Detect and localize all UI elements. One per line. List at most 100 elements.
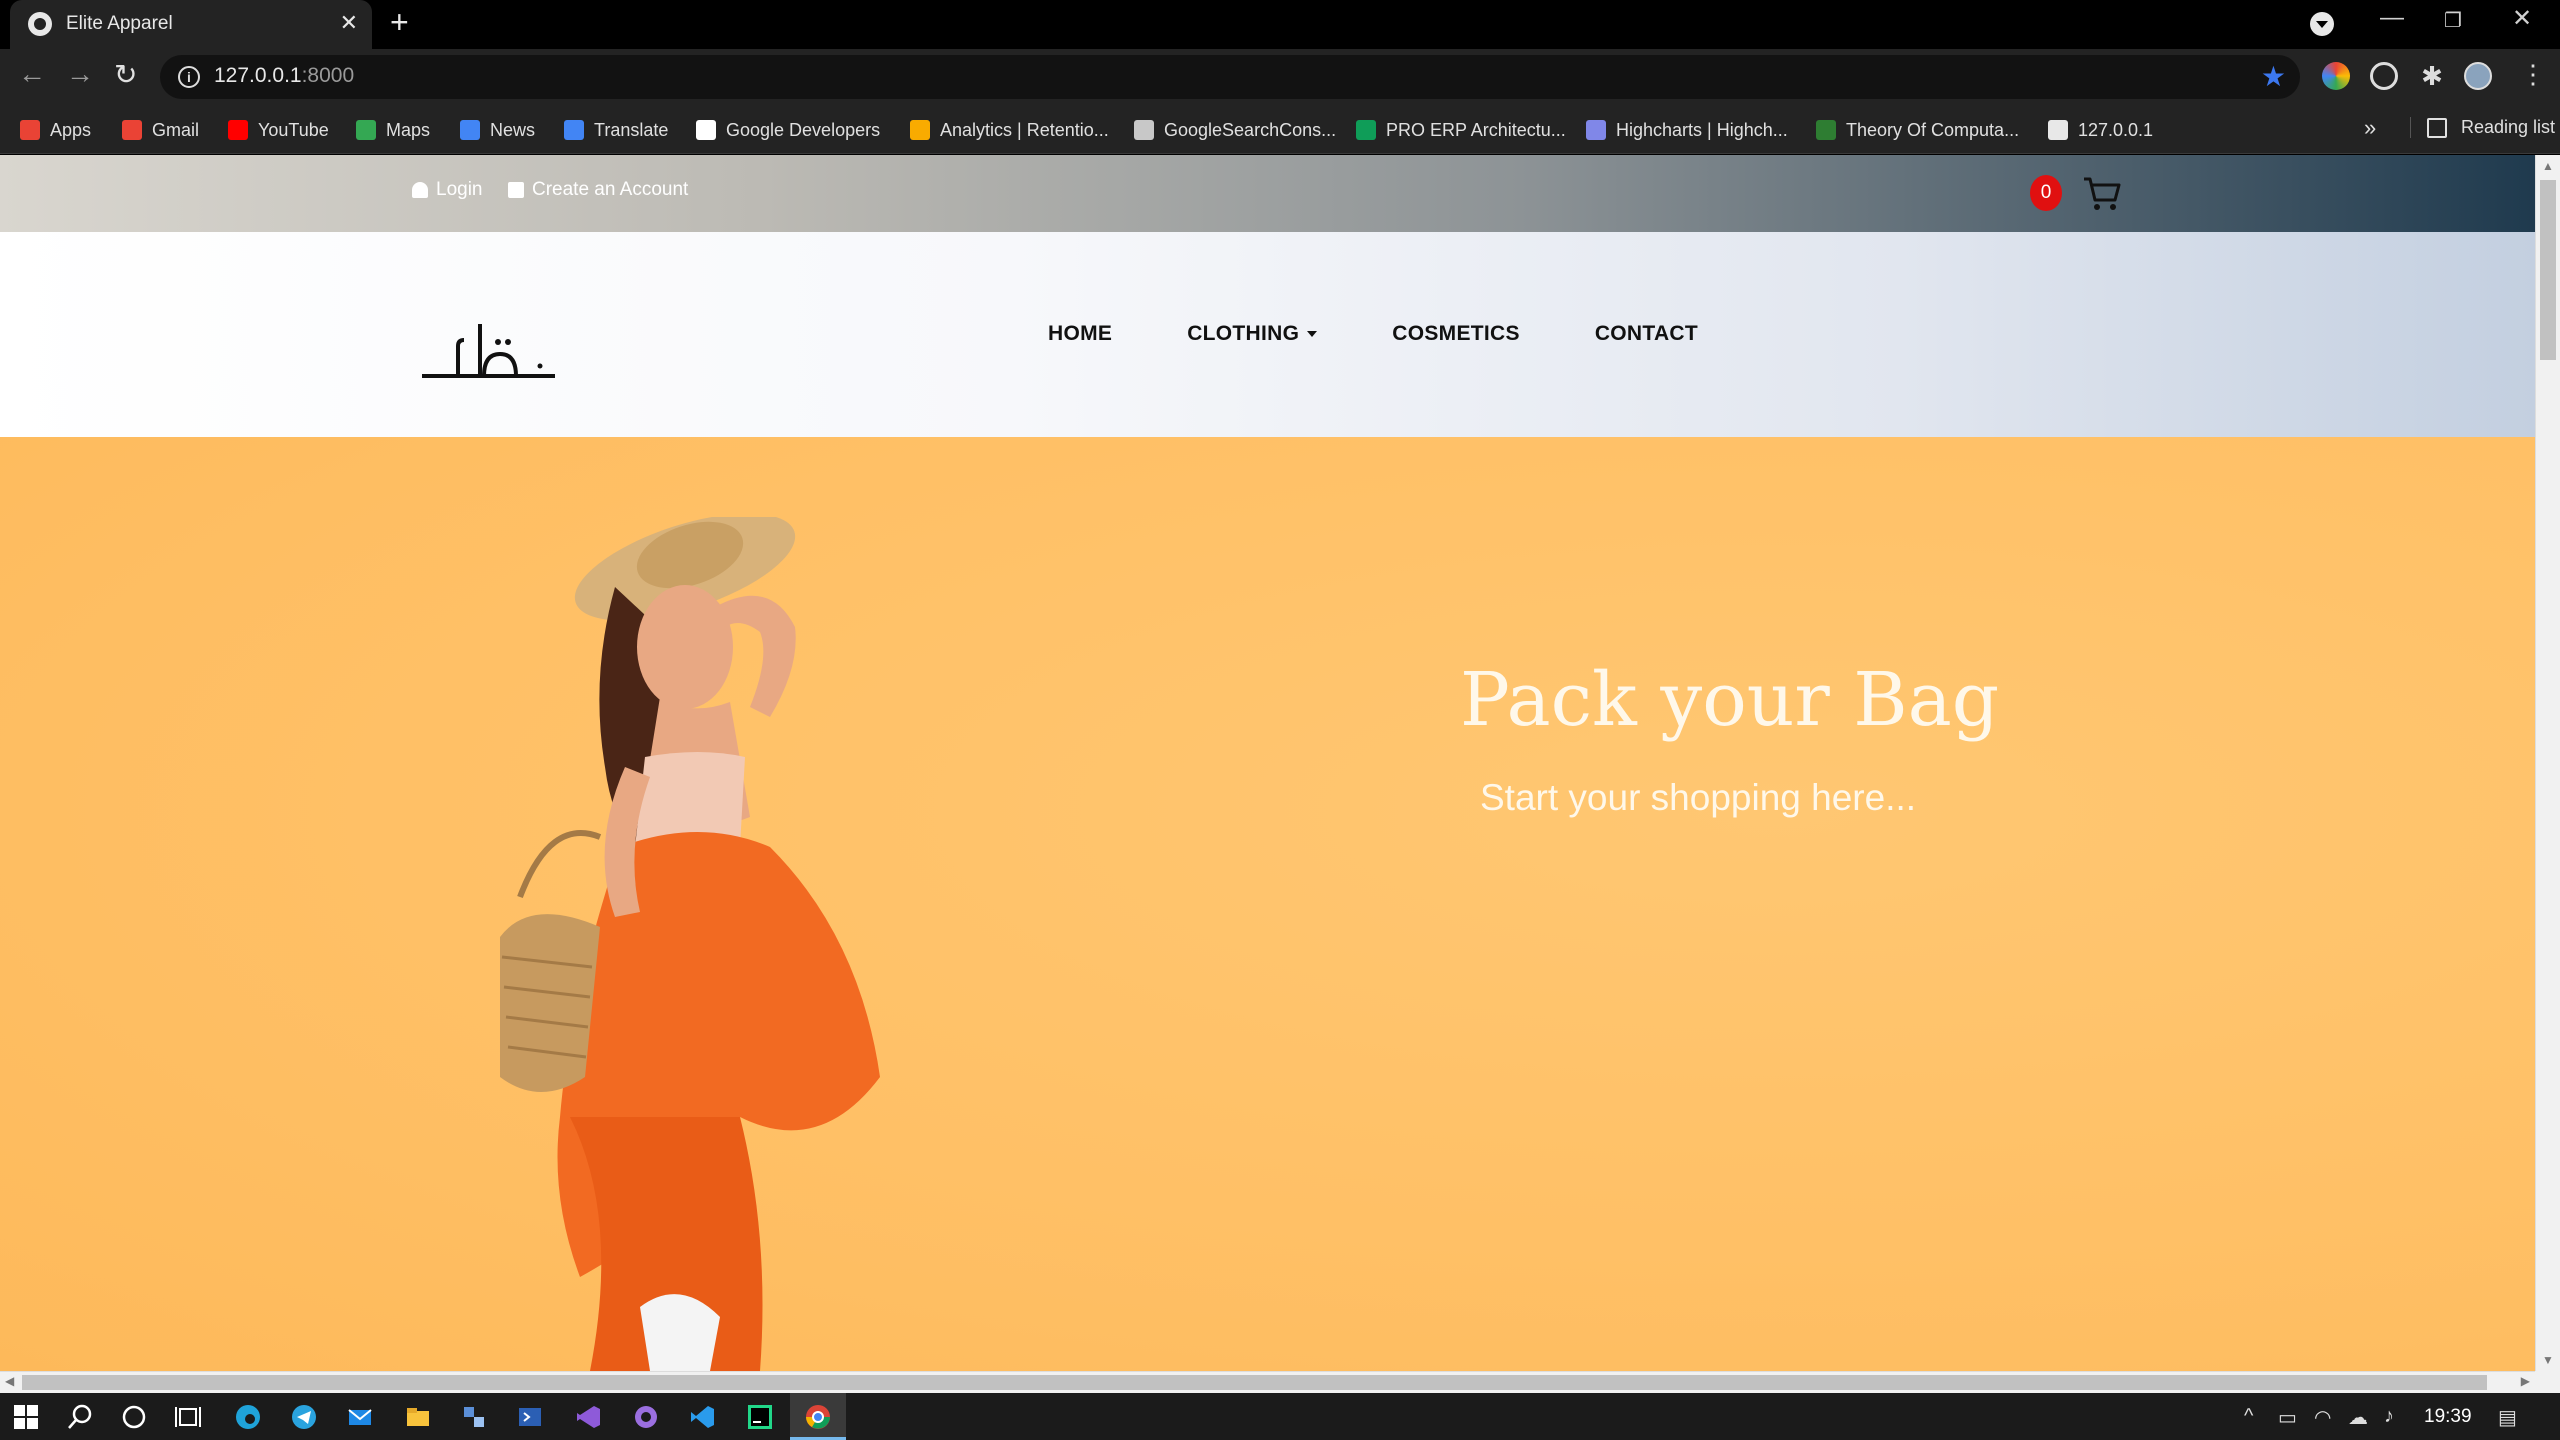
- nav-clothing[interactable]: CLOTHING: [1187, 322, 1318, 346]
- bookmark-label: Translate: [594, 119, 669, 140]
- hero-model-image: [500, 517, 880, 1371]
- horizontal-scroll-thumb[interactable]: [22, 1375, 2487, 1390]
- vertical-scroll-thumb[interactable]: [2540, 180, 2556, 360]
- vscode-icon[interactable]: [688, 1403, 716, 1431]
- nav-cosmetics[interactable]: COSMETICS: [1392, 322, 1520, 346]
- bookmark-item[interactable]: 127.0.0.1: [2048, 117, 2153, 143]
- battery-icon[interactable]: ▭: [2278, 1405, 2297, 1430]
- tray-overflow-icon[interactable]: ^: [2244, 1405, 2253, 1428]
- bookmarks-bar: Apps Gmail YouTube Maps News Translate Google …: [0, 105, 2560, 154]
- powershell-icon[interactable]: [516, 1403, 544, 1431]
- caret-down-icon: [1307, 331, 1318, 338]
- bookmark-item[interactable]: Translate: [564, 117, 668, 143]
- vertical-scrollbar[interactable]: ▲ ▼: [2535, 155, 2560, 1371]
- tab-search-icon[interactable]: [2310, 12, 2334, 36]
- bookmark-item[interactable]: Highcharts | Highch...: [1586, 117, 1788, 143]
- extension-icon[interactable]: [2370, 62, 2398, 90]
- horizontal-scrollbar[interactable]: ◀ ▶: [0, 1371, 2535, 1393]
- hero-banner: Pack your Bag Start your shopping here..…: [0, 437, 2535, 1371]
- bookmark-favicon-icon: [696, 120, 716, 140]
- bookmark-item[interactable]: Maps: [356, 117, 430, 143]
- browser-tab-strip: Elite Apparel ✕ + — ❐ ✕: [0, 0, 2560, 49]
- volume-muted-icon[interactable]: ♪: [2384, 1405, 2394, 1428]
- bookmark-label: Apps: [50, 119, 92, 140]
- browser-toolbar: ← → ↻ i 127.0.0.1:8000 ★ ✱ ⋮: [0, 49, 2560, 105]
- bookmark-favicon-icon: [1134, 120, 1154, 140]
- visual-studio-icon[interactable]: [574, 1403, 602, 1431]
- search-icon[interactable]: [66, 1403, 94, 1431]
- new-tab-button[interactable]: +: [390, 4, 409, 41]
- telegram-icon[interactable]: [290, 1403, 318, 1431]
- chrome-icon: [806, 1405, 830, 1429]
- bookmark-item[interactable]: Theory Of Computa...: [1816, 117, 2019, 143]
- chrome-taskbar-active[interactable]: [790, 1393, 846, 1440]
- tab-title: Elite Apparel: [66, 13, 173, 34]
- reload-icon[interactable]: ↻: [114, 58, 137, 91]
- screen: Elite Apparel ✕ + — ❐ ✕ ← → ↻ i 127.0.0.…: [0, 0, 2560, 1440]
- bookmark-label: Theory Of Computa...: [1846, 119, 2020, 140]
- github-icon[interactable]: [632, 1403, 660, 1431]
- browser-tab[interactable]: Elite Apparel ✕: [10, 0, 372, 49]
- site-header: HOME CLOTHING COSMETICS CONTACT: [0, 232, 2535, 437]
- restore-icon[interactable]: ❐: [2444, 8, 2462, 33]
- windows-start-icon[interactable]: [12, 1403, 40, 1431]
- bookmark-label: Maps: [386, 119, 431, 140]
- bookmark-item[interactable]: Analytics | Retentio...: [910, 117, 1109, 143]
- globe-icon: [28, 12, 52, 36]
- bookmark-item[interactable]: PRO ERP Architectu...: [1356, 117, 1566, 143]
- cart-icon[interactable]: [2082, 173, 2122, 213]
- network-app-icon[interactable]: [460, 1403, 488, 1431]
- profile-avatar-icon[interactable]: [2464, 62, 2492, 90]
- color-extension-icon[interactable]: [2322, 62, 2350, 90]
- bookmark-item[interactable]: GoogleSearchCons...: [1134, 117, 1336, 143]
- scroll-right-icon[interactable]: ▶: [2521, 1374, 2530, 1388]
- back-arrow-icon[interactable]: ←: [18, 58, 46, 90]
- create-account-label: Create an Account: [532, 179, 689, 200]
- pycharm-icon[interactable]: [746, 1403, 774, 1431]
- scroll-down-icon[interactable]: ▼: [2542, 1353, 2554, 1367]
- scroll-left-icon[interactable]: ◀: [5, 1374, 14, 1388]
- mail-icon[interactable]: [346, 1403, 374, 1431]
- bookmark-item[interactable]: News: [460, 117, 535, 143]
- reading-list-icon: [2427, 117, 2447, 138]
- minimize-icon[interactable]: —: [2380, 4, 2404, 32]
- nav-clothing-label: CLOTHING: [1187, 322, 1300, 345]
- wifi-icon[interactable]: ◠: [2314, 1405, 2331, 1430]
- url-text: 127.0.0.1:8000: [214, 64, 354, 88]
- task-view-icon[interactable]: [174, 1403, 202, 1431]
- edge-icon[interactable]: [234, 1403, 262, 1431]
- bookmark-label: 127.0.0.1: [2078, 119, 2154, 140]
- bookmark-favicon-icon: [122, 120, 142, 140]
- nav-home[interactable]: HOME: [1048, 322, 1112, 346]
- bookmark-label: Gmail: [152, 119, 200, 140]
- nav-contact[interactable]: CONTACT: [1595, 322, 1698, 346]
- bookmark-favicon-icon: [2048, 120, 2068, 140]
- site-logo[interactable]: [420, 318, 560, 398]
- onedrive-icon[interactable]: ☁: [2348, 1405, 2368, 1430]
- notifications-icon[interactable]: ▤: [2498, 1405, 2517, 1430]
- bookmark-item[interactable]: YouTube: [228, 117, 329, 143]
- forward-arrow-icon[interactable]: →: [66, 58, 94, 90]
- taskbar-clock[interactable]: 19:39: [2424, 1406, 2472, 1428]
- create-account-link[interactable]: Create an Account: [508, 179, 688, 201]
- file-explorer-icon[interactable]: [404, 1403, 432, 1431]
- login-link[interactable]: Login: [412, 179, 483, 201]
- cortana-icon[interactable]: [120, 1403, 148, 1431]
- window-close-icon[interactable]: ✕: [2512, 4, 2532, 33]
- login-label: Login: [436, 179, 483, 200]
- bookmark-label: Analytics | Retentio...: [940, 119, 1109, 140]
- bookmark-item[interactable]: Gmail: [122, 117, 199, 143]
- bookmark-item[interactable]: Apps: [20, 117, 91, 143]
- bookmarks-overflow-button[interactable]: »: [2364, 115, 2376, 141]
- address-bar[interactable]: i 127.0.0.1:8000 ★: [160, 55, 2300, 99]
- bookmark-item[interactable]: Google Developers: [696, 117, 880, 143]
- scroll-up-icon[interactable]: ▲: [2542, 159, 2554, 173]
- reading-list-button[interactable]: Reading list: [2410, 117, 2555, 138]
- reading-list-label: Reading list: [2461, 117, 2556, 137]
- puzzle-icon[interactable]: ✱: [2418, 62, 2446, 90]
- site-info-icon[interactable]: i: [178, 66, 200, 88]
- close-tab-icon[interactable]: ✕: [340, 10, 358, 36]
- bookmark-label: YouTube: [258, 119, 329, 140]
- bookmark-star-icon[interactable]: ★: [2261, 60, 2286, 93]
- menu-kebab-icon[interactable]: ⋮: [2520, 59, 2546, 90]
